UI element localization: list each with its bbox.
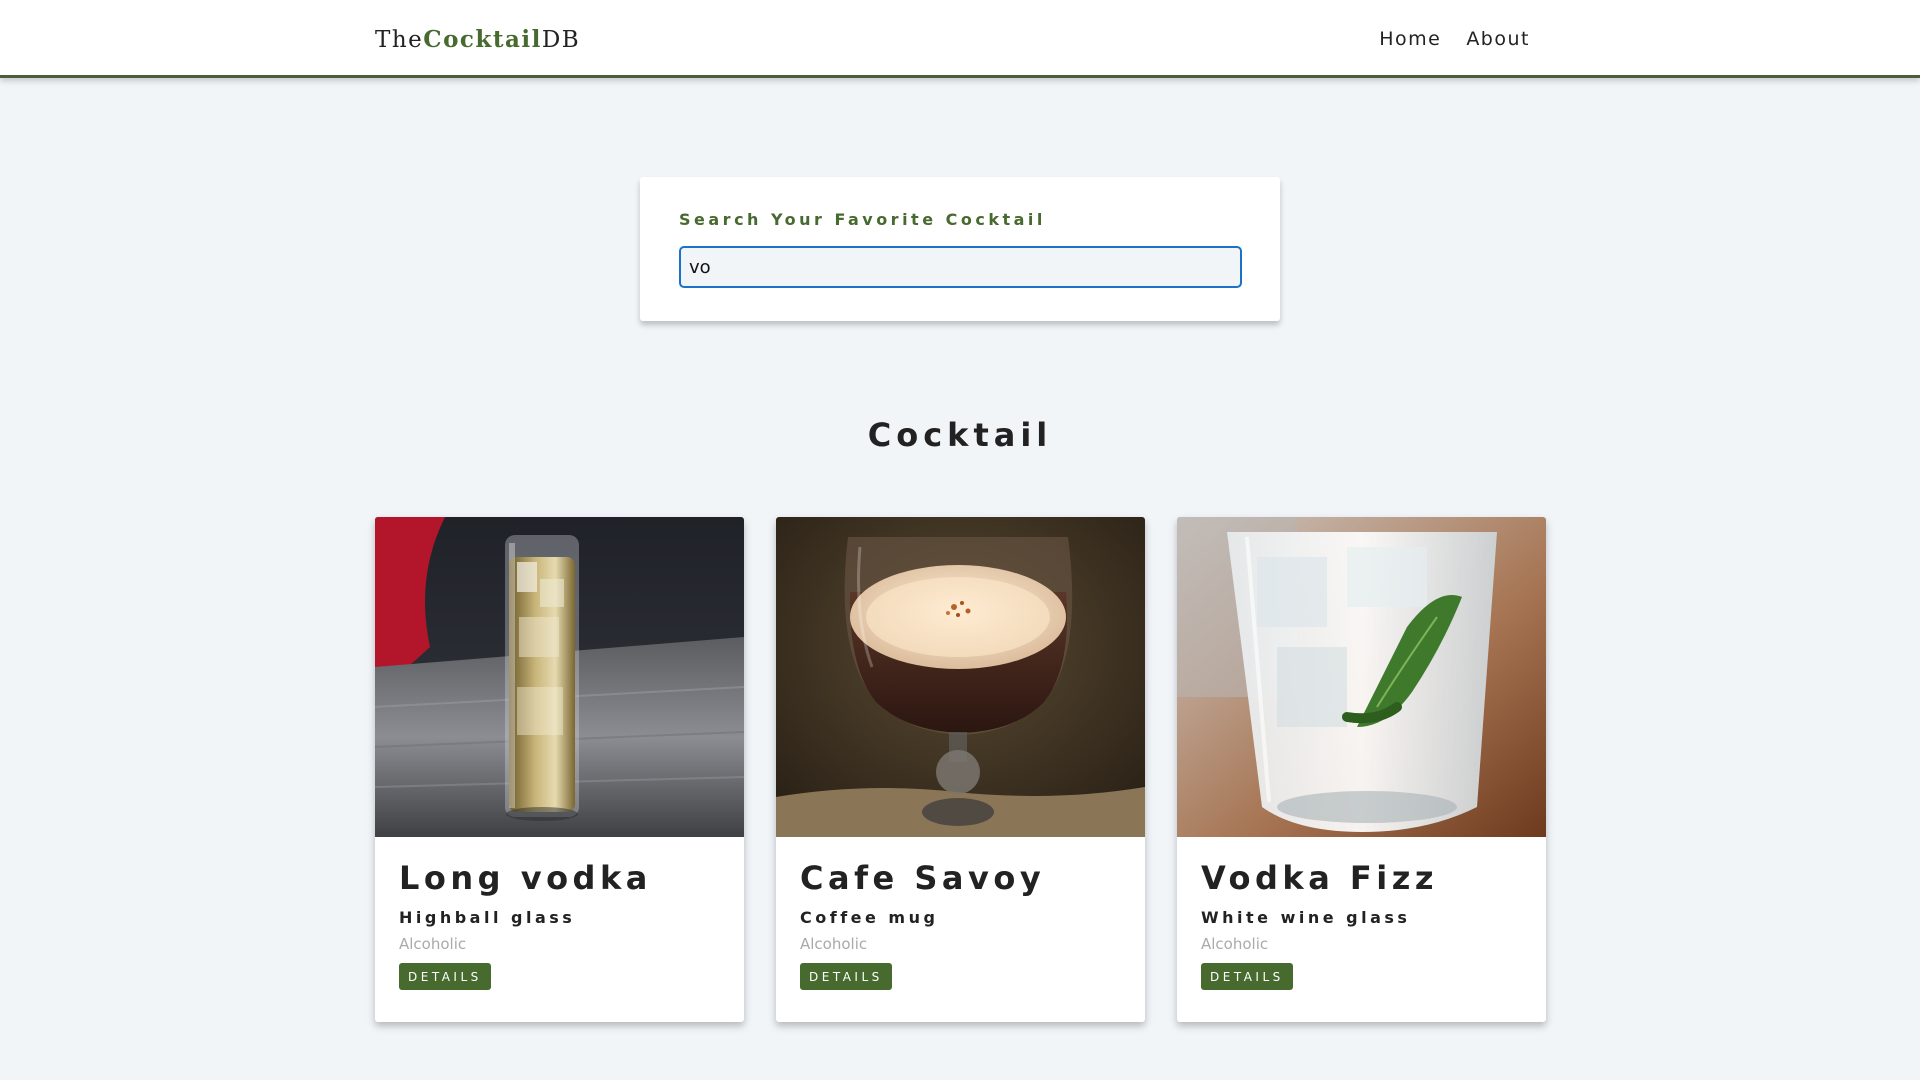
cocktail-glass: Coffee mug [800, 908, 939, 928]
nav-link-home[interactable]: Home [1379, 28, 1441, 50]
cocktail-image-highball[interactable] [375, 517, 744, 837]
cocktail-name: Vodka Fizz [1201, 859, 1438, 897]
cocktail-card: Cafe Savoy Coffee mug Alcoholic DETAILS [776, 517, 1145, 1022]
nav-links: Home About [1379, 28, 1530, 50]
cocktail-name: Long vodka [399, 859, 652, 897]
details-button[interactable]: DETAILS [1201, 963, 1293, 991]
cocktail-card: Long vodka Highball glass Alcoholic DETA… [375, 517, 744, 1022]
search-form: Search Your Favorite Cocktail [640, 177, 1280, 321]
cocktail-image-mint[interactable] [1177, 517, 1546, 837]
navbar: TheCocktailDB Home About [0, 0, 1920, 78]
details-button[interactable]: DETAILS [399, 963, 491, 991]
logo-prefix: The [375, 26, 424, 53]
cocktail-glass: White wine glass [1201, 908, 1411, 928]
card-footer: Long vodka Highball glass Alcoholic DETA… [375, 837, 744, 991]
cocktail-card: Vodka Fizz White wine glass Alcoholic DE… [1177, 517, 1546, 1022]
cocktail-type: Alcoholic [800, 935, 868, 954]
cocktail-type: Alcoholic [399, 935, 467, 954]
cocktail-list: Long vodka Highball glass Alcoholic DETA… [375, 517, 1546, 1022]
card-footer: Vodka Fizz White wine glass Alcoholic DE… [1177, 837, 1546, 991]
section-title: Cocktail [867, 416, 1053, 454]
search-input[interactable] [679, 246, 1242, 288]
cocktail-type: Alcoholic [1201, 935, 1269, 954]
nav-link-about[interactable]: About [1466, 28, 1530, 50]
logo-suffix: DB [541, 26, 581, 53]
card-footer: Cafe Savoy Coffee mug Alcoholic DETAILS [776, 837, 1145, 991]
cocktail-glass: Highball glass [399, 908, 576, 928]
logo[interactable]: TheCocktailDB [375, 26, 580, 53]
details-button[interactable]: DETAILS [800, 963, 892, 991]
cocktail-image-coffee[interactable] [776, 517, 1145, 837]
cocktail-name: Cafe Savoy [800, 859, 1046, 897]
logo-accent: Cocktail [423, 25, 542, 53]
search-label: Search Your Favorite Cocktail [679, 210, 1046, 229]
nav-center: TheCocktailDB Home About [375, 0, 1530, 78]
